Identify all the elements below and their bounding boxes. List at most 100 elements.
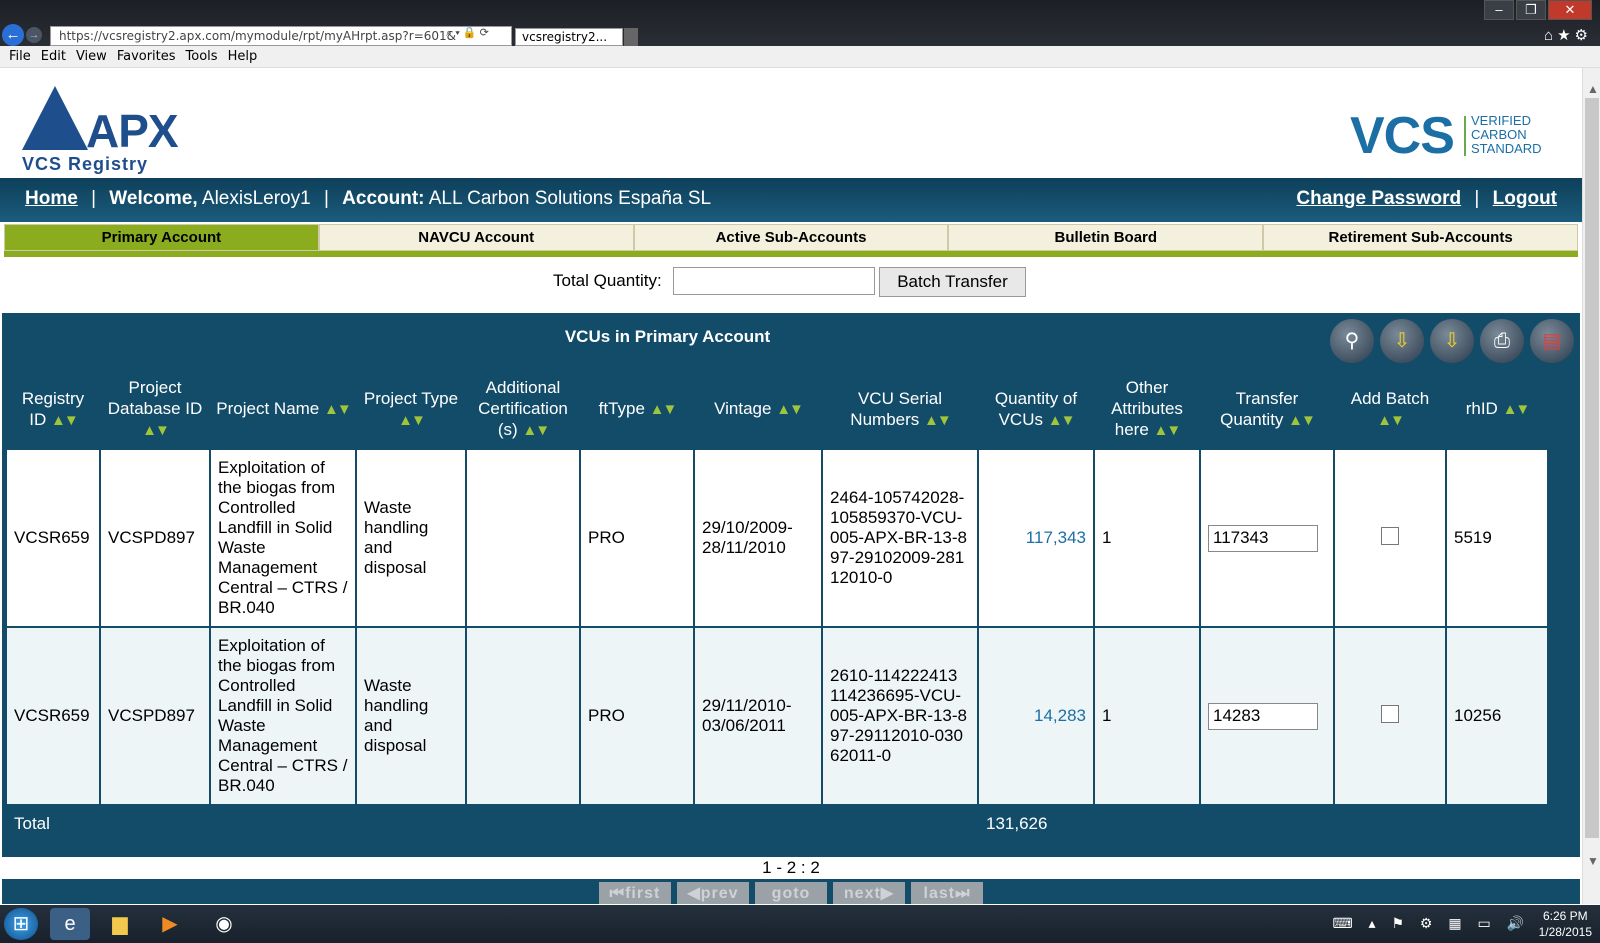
- taskbar-clock[interactable]: 6:26 PM 1/28/2015: [1539, 908, 1592, 940]
- sort-arrows-icon[interactable]: ▲▼: [1154, 422, 1182, 439]
- sort-arrows-icon[interactable]: ▲▼: [924, 412, 952, 429]
- col-project-database-id[interactable]: Project Database ID ▲▼: [101, 370, 209, 448]
- print-icon[interactable]: ⎙: [1480, 319, 1524, 363]
- address-bar[interactable]: https://vcsregistry2.apx.com/mymodule/rp…: [50, 26, 512, 46]
- col-transfer-quantity[interactable]: Transfer Quantity ▲▼: [1201, 370, 1333, 448]
- start-button-icon[interactable]: ⊞: [4, 908, 38, 940]
- logout-link[interactable]: Logout: [1493, 188, 1557, 209]
- pager-first-button[interactable]: ⏮first: [599, 882, 671, 904]
- table-header-row: Registry ID ▲▼ Project Database ID ▲▼ Pr…: [7, 370, 1547, 448]
- total-label: Total: [7, 806, 99, 842]
- scrollbar-thumb[interactable]: [1585, 98, 1599, 838]
- vcu-panel-title: VCUs in Primary Account: [564, 327, 771, 346]
- media-player-icon[interactable]: ▶: [150, 908, 190, 940]
- sort-arrows-icon[interactable]: ▲▼: [1288, 412, 1316, 429]
- scroll-up-icon[interactable]: ▲: [1587, 82, 1599, 96]
- col-vcu-serial-numbers[interactable]: VCU Serial Numbers ▲▼: [823, 370, 977, 448]
- restore-icon[interactable]: ❐: [1516, 0, 1546, 20]
- table-row: VCSR659 VCSPD897 Exploitation of the bio…: [7, 628, 1547, 804]
- cell-quantity-link[interactable]: 117,343: [979, 450, 1093, 626]
- tab-primary-account[interactable]: Primary Account: [4, 224, 319, 251]
- col-rhid[interactable]: rhID ▲▼: [1447, 370, 1547, 448]
- separator: |: [91, 188, 97, 209]
- tab-retirement-sub-accounts[interactable]: Retirement Sub-Accounts: [1263, 224, 1578, 251]
- download-icon[interactable]: ⇩: [1380, 319, 1424, 363]
- col-additional-certification[interactable]: Additional Certification (s) ▲▼: [467, 370, 579, 448]
- internet-explorer-icon[interactable]: e: [50, 908, 90, 940]
- cell-quantity-link[interactable]: 14,283: [979, 628, 1093, 804]
- tab-navcu-account[interactable]: NAVCU Account: [318, 224, 634, 251]
- menu-tools[interactable]: Tools: [186, 49, 218, 64]
- cell-fttype: PRO: [581, 628, 693, 804]
- cell-additional-cert: [467, 628, 579, 804]
- sort-arrows-icon[interactable]: ▲▼: [142, 422, 170, 439]
- system-tray-icons[interactable]: ⌨ ▴ ⚑ ⚙ ▦ ▭ 🔊: [1332, 915, 1530, 932]
- close-icon[interactable]: ✕: [1548, 0, 1592, 20]
- forward-arrow-icon[interactable]: →: [26, 27, 42, 43]
- new-tab-button[interactable]: [624, 28, 638, 46]
- menu-view[interactable]: View: [76, 49, 107, 64]
- tab-active-sub-accounts[interactable]: Active Sub-Accounts: [633, 224, 949, 251]
- cell-project-name: Exploitation of the biogas from Controll…: [211, 450, 355, 626]
- col-vintage[interactable]: Vintage ▲▼: [695, 370, 821, 448]
- cell-add-batch: [1335, 628, 1445, 804]
- sort-arrows-icon[interactable]: ▲▼: [398, 412, 426, 429]
- scroll-down-icon[interactable]: ▼: [1587, 854, 1599, 868]
- menu-file[interactable]: File: [9, 49, 31, 64]
- browser-tab[interactable]: vcsregistry2...: [515, 28, 623, 46]
- sort-arrows-icon[interactable]: ▲▼: [1048, 412, 1076, 429]
- pdf-icon[interactable]: ▤: [1530, 319, 1574, 363]
- col-project-name[interactable]: Project Name ▲▼: [211, 370, 355, 448]
- menu-edit[interactable]: Edit: [41, 49, 66, 64]
- menu-help[interactable]: Help: [228, 49, 258, 64]
- batch-transfer-button[interactable]: Batch Transfer: [879, 267, 1026, 297]
- col-other-attributes[interactable]: Other Attributes here ▲▼: [1095, 370, 1199, 448]
- total-row: Total 131,626: [7, 806, 1547, 842]
- tab-bulletin-board[interactable]: Bulletin Board: [948, 224, 1264, 251]
- col-project-type[interactable]: Project Type ▲▼: [357, 370, 465, 448]
- cell-project-name: Exploitation of the biogas from Controll…: [211, 628, 355, 804]
- back-arrow-icon[interactable]: ←: [2, 24, 24, 46]
- home-link[interactable]: Home: [25, 188, 78, 209]
- chrome-icon[interactable]: ◉: [204, 908, 244, 940]
- pager-prev-button[interactable]: ◀prev: [677, 882, 749, 904]
- welcome-label: Welcome,: [109, 188, 198, 209]
- address-bar-icons[interactable]: ⌕ ▾ 🔒 ⟳: [446, 26, 489, 40]
- transfer-quantity-input[interactable]: [1208, 702, 1318, 730]
- minimize-icon[interactable]: –: [1484, 0, 1514, 20]
- transfer-quantity-input[interactable]: [1208, 524, 1318, 552]
- total-quantity-input[interactable]: [673, 267, 875, 295]
- cell-registry-id: VCSR659: [7, 450, 99, 626]
- col-fttype[interactable]: ftType ▲▼: [581, 370, 693, 448]
- sort-arrows-icon[interactable]: ▲▼: [324, 401, 352, 418]
- total-empty: [1095, 806, 1199, 842]
- pager-goto-button[interactable]: goto: [755, 882, 827, 904]
- export-icon[interactable]: ⇩: [1430, 319, 1474, 363]
- total-empty: [1335, 806, 1445, 842]
- col-add-batch[interactable]: Add Batch ▲▼: [1335, 370, 1445, 448]
- pager-next-button[interactable]: next▶: [833, 882, 905, 904]
- col-quantity-of-vcus[interactable]: Quantity of VCUs ▲▼: [979, 370, 1093, 448]
- table-row: VCSR659 VCSPD897 Exploitation of the bio…: [7, 450, 1547, 626]
- sort-arrows-icon[interactable]: ▲▼: [1503, 401, 1531, 418]
- pager-last-button[interactable]: last⏭: [911, 882, 983, 904]
- account-label: Account:: [342, 188, 425, 209]
- sort-arrows-icon[interactable]: ▲▼: [776, 401, 804, 418]
- sort-arrows-icon[interactable]: ▲▼: [522, 422, 550, 439]
- change-password-link[interactable]: Change Password: [1296, 188, 1461, 209]
- sort-arrows-icon[interactable]: ▲▼: [51, 412, 79, 429]
- apx-logo-text: APX: [86, 105, 179, 157]
- search-icon[interactable]: ⚲: [1330, 319, 1374, 363]
- page-scrollbar[interactable]: ▲ ▼: [1582, 68, 1600, 904]
- browser-toolbar-icons[interactable]: ⌂★⚙: [1544, 26, 1592, 44]
- file-explorer-icon[interactable]: ▆: [100, 908, 140, 940]
- add-batch-checkbox[interactable]: [1381, 704, 1399, 723]
- total-empty: [1447, 806, 1547, 842]
- add-batch-checkbox[interactable]: [1381, 526, 1399, 545]
- sort-arrows-icon[interactable]: ▲▼: [1377, 412, 1405, 429]
- col-registry-id[interactable]: Registry ID ▲▼: [7, 370, 99, 448]
- total-quantity-label: Total Quantity:: [553, 271, 662, 290]
- menu-favorites[interactable]: Favorites: [117, 49, 176, 64]
- vcs-logo-divider: [1464, 116, 1466, 156]
- sort-arrows-icon[interactable]: ▲▼: [650, 401, 678, 418]
